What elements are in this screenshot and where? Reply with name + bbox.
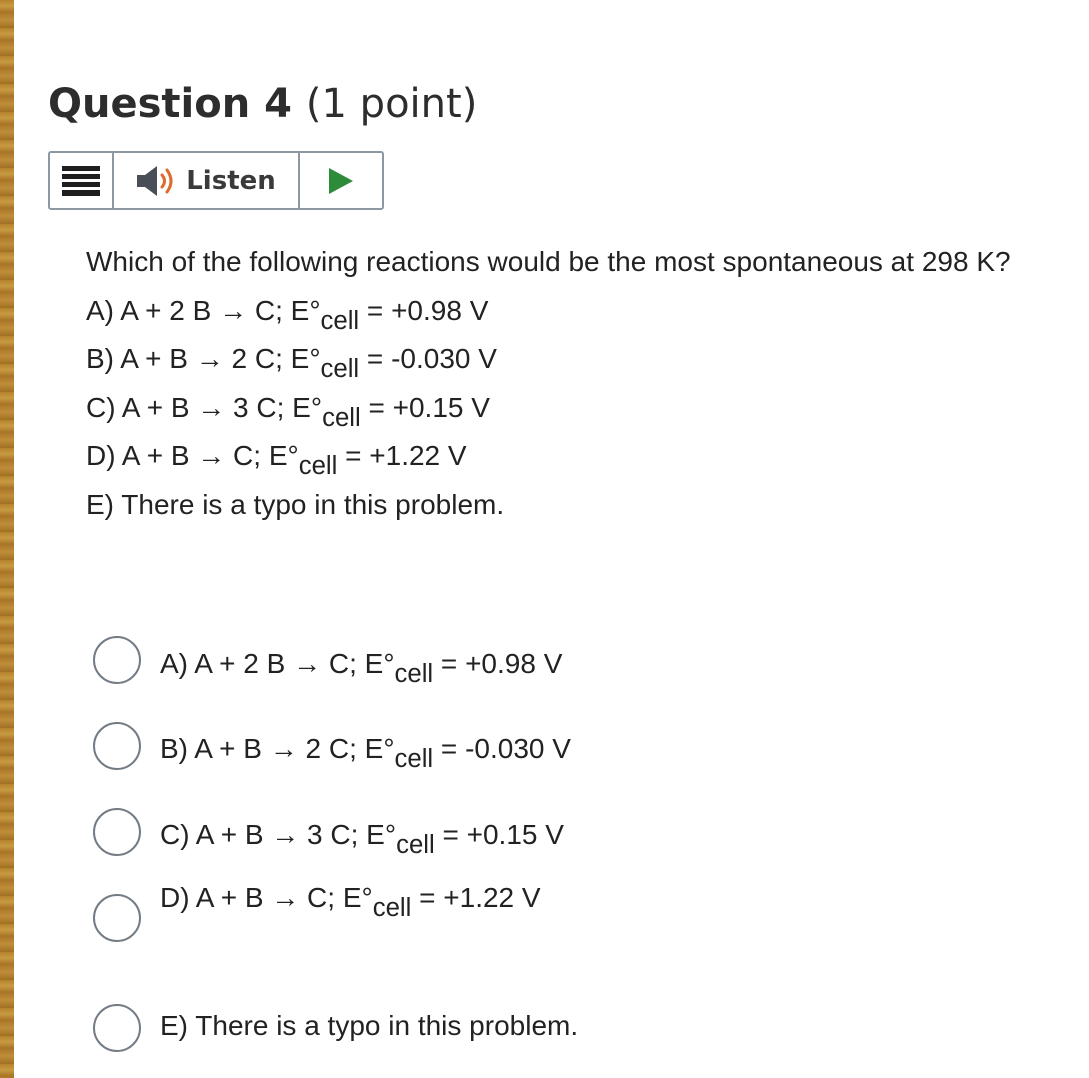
- answer-option-c[interactable]: C) A + B → 3 C; E°cell = +0.15 V: [93, 808, 564, 858]
- question-prompt: Which of the following reactions would b…: [86, 246, 1011, 277]
- question-panel: Question 4 (1 point) Listen Which of the…: [14, 0, 1089, 1078]
- question-points: (1 point): [305, 81, 478, 127]
- radio-button-e[interactable]: [93, 1004, 141, 1052]
- hamburger-menu-icon: [62, 165, 100, 196]
- stem-choice-d: D) A + B → C; E°cell = +1.22 V: [86, 440, 467, 481]
- question-stem: Which of the following reactions would b…: [86, 238, 1011, 529]
- speaker-icon: [137, 165, 173, 196]
- answer-label-a[interactable]: A) A + 2 B → C; E°cell = +0.98 V: [160, 644, 562, 687]
- read-aloud-toolbar: Listen: [48, 151, 384, 210]
- stem-choice-c: C) A + B → 3 C; E°cell = +0.15 V: [86, 391, 490, 432]
- stem-choice-a: A) A + 2 B → C; E°cell = +0.98 V: [86, 294, 489, 335]
- radio-button-d[interactable]: [93, 894, 141, 942]
- answer-label-c[interactable]: C) A + B → 3 C; E°cell = +0.15 V: [160, 815, 564, 858]
- question-number: Question 4: [48, 81, 292, 127]
- stem-choice-e: E) There is a typo in this problem.: [86, 488, 505, 520]
- listen-button[interactable]: Listen: [114, 153, 300, 208]
- answer-option-e[interactable]: E) There is a typo in this problem.: [93, 1004, 578, 1052]
- play-button[interactable]: [300, 153, 382, 208]
- answer-label-b[interactable]: B) A + B → 2 C; E°cell = -0.030 V: [160, 729, 571, 772]
- radio-button-a[interactable]: [93, 636, 141, 684]
- question-title: Question 4 (1 point): [48, 78, 477, 130]
- page-background-edge: [0, 0, 14, 1078]
- stem-choice-b: B) A + B → 2 C; E°cell = -0.030 V: [86, 343, 497, 384]
- answer-label-e[interactable]: E) There is a typo in this problem.: [160, 1006, 578, 1046]
- radio-button-b[interactable]: [93, 722, 141, 770]
- listen-label: Listen: [186, 165, 276, 196]
- radio-button-c[interactable]: [93, 808, 141, 856]
- toolbar-menu-button[interactable]: [50, 153, 114, 208]
- play-icon: [329, 167, 353, 194]
- answer-option-a[interactable]: A) A + 2 B → C; E°cell = +0.98 V: [93, 636, 562, 687]
- answer-option-d[interactable]: D) A + B → C; E°cell = +1.22 V: [93, 882, 541, 942]
- answer-label-d[interactable]: D) A + B → C; E°cell = +1.22 V: [160, 878, 541, 921]
- answer-option-b[interactable]: B) A + B → 2 C; E°cell = -0.030 V: [93, 722, 571, 772]
